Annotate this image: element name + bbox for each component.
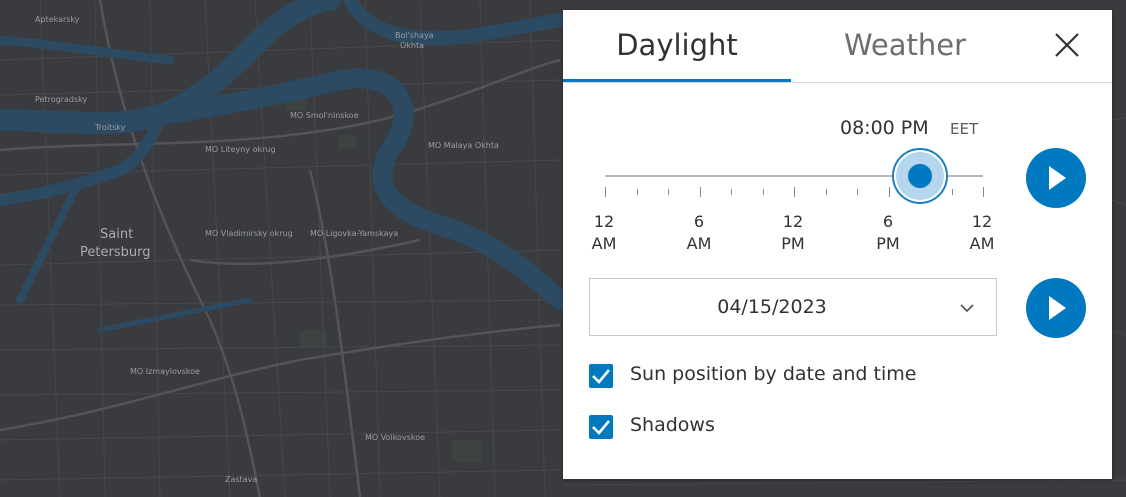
slider-tick — [951, 189, 953, 195]
time-slider[interactable] — [601, 146, 989, 206]
map-label-izmaylovskoe: MO Izmaylovskoe — [130, 367, 200, 376]
map-label-bolshaya: Bol'shaya — [395, 31, 434, 40]
map-label-petersburg: Petersburg — [80, 245, 150, 260]
map-label-aptekarsky: Aptekarsky — [35, 15, 80, 24]
checkmark-icon — [592, 369, 610, 384]
active-tab-indicator — [563, 79, 791, 82]
tick-label-12am-end: 12 AM — [969, 212, 995, 253]
close-button[interactable] — [1050, 28, 1084, 62]
map-label-troitsky: Troitsky — [94, 123, 126, 132]
map-label-petrogradsky: Petrogradsky — [35, 95, 87, 104]
date-value: 04/15/2023 — [717, 296, 827, 318]
map-label-okhta: Okhta — [400, 41, 424, 50]
map-label-zastava: Zastava — [225, 475, 257, 484]
map-label-saint: Saint — [100, 227, 133, 242]
map-label-vladimirsky: MO Vladimirsky okrug — [205, 229, 293, 238]
play-time-button[interactable] — [1026, 148, 1086, 208]
map-label-malaya: MO Malaya Okhta — [428, 141, 499, 150]
map-label-liteyny: MO Liteyny okrug — [205, 145, 276, 154]
close-icon — [1055, 33, 1079, 57]
slider-tick — [699, 187, 701, 197]
slider-tick — [983, 187, 984, 197]
tick-label-6am: 6 AM — [686, 212, 712, 253]
time-readout: 08:00 PM — [840, 117, 929, 139]
play-icon — [1049, 296, 1066, 320]
slider-tick — [825, 189, 827, 195]
timezone-label: EET — [950, 120, 979, 138]
tab-daylight[interactable]: Daylight — [563, 10, 791, 82]
tick-label-12am-start: 12 AM — [591, 212, 617, 253]
panel-tabs: Daylight Weather — [563, 10, 1112, 83]
chevron-down-icon — [960, 304, 974, 313]
tab-weather[interactable]: Weather — [791, 10, 1019, 82]
sun-position-checkbox[interactable] — [589, 364, 613, 388]
slider-tick — [605, 187, 606, 197]
checkmark-icon — [592, 420, 610, 435]
shadows-checkbox[interactable] — [589, 415, 613, 439]
date-picker[interactable]: 04/15/2023 — [589, 278, 997, 336]
daylight-panel: Daylight Weather 08:00 PM EET 12 AM 6 AM 1… — [563, 10, 1112, 479]
slider-tick — [636, 189, 638, 195]
play-icon — [1049, 166, 1066, 190]
slider-tick — [794, 187, 795, 197]
slider-tick — [857, 189, 858, 195]
slider-tick — [762, 189, 764, 195]
slider-tick — [668, 189, 669, 195]
shadows-label[interactable]: Shadows — [630, 414, 715, 436]
map-label-smolninskoe: MO Smol'ninskoe — [290, 111, 359, 120]
tick-label-12pm: 12 PM — [781, 212, 805, 253]
slider-thumb[interactable] — [890, 146, 950, 206]
map-label-volkovskoe: MO Volkovskoe — [365, 433, 425, 442]
slider-tick — [731, 189, 732, 195]
tick-label-6pm: 6 PM — [876, 212, 900, 253]
map-label-ligovka: MO Ligovka-Yamskaya — [310, 229, 398, 238]
sun-position-label[interactable]: Sun position by date and time — [630, 363, 916, 385]
play-date-button[interactable] — [1026, 278, 1086, 338]
